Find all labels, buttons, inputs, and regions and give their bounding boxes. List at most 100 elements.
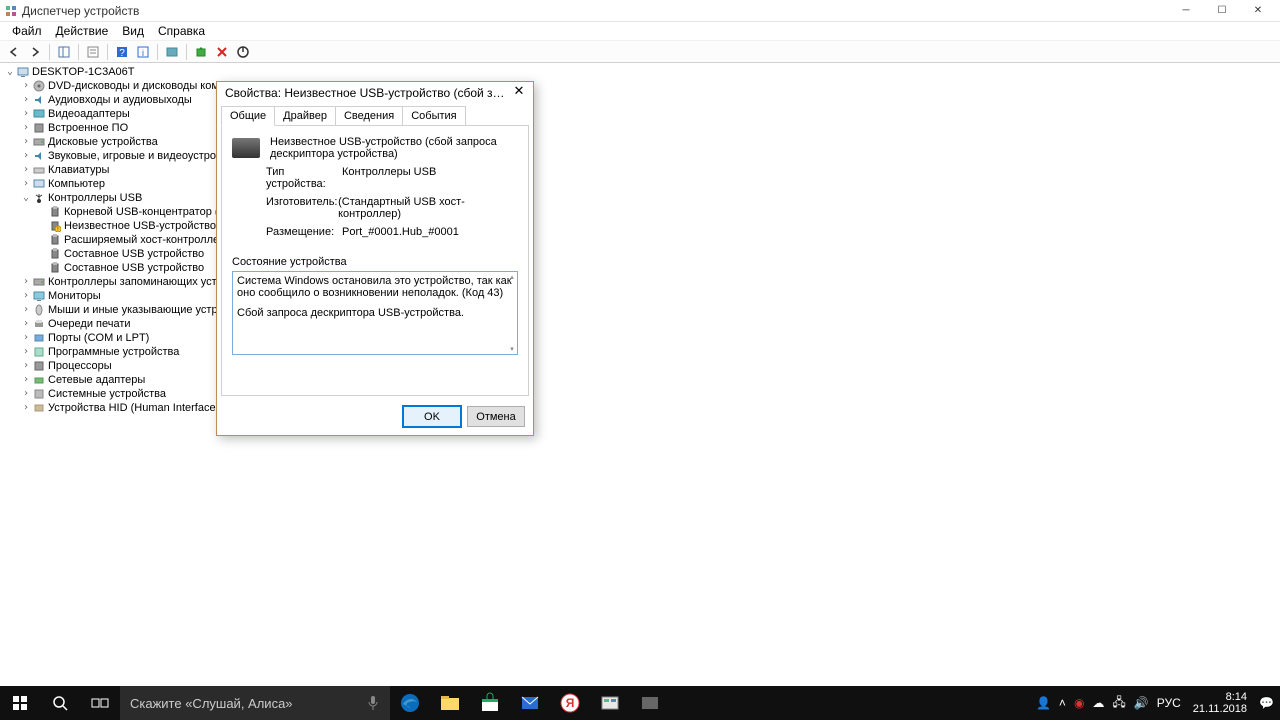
- tree-item-label: Составное USB устройство: [64, 261, 204, 275]
- task-view-button[interactable]: [80, 686, 120, 720]
- device-tree[interactable]: ⌄ DESKTOP-1C3A06T ›DVD-дисководы и диско…: [0, 63, 1280, 686]
- minimize-button[interactable]: ─: [1168, 0, 1204, 22]
- expand-icon[interactable]: ›: [20, 317, 32, 331]
- update-driver-button[interactable]: [191, 42, 211, 62]
- people-icon[interactable]: 👤: [1036, 696, 1051, 710]
- onedrive-icon[interactable]: ☁: [1092, 696, 1104, 710]
- tab-events[interactable]: События: [402, 106, 465, 125]
- microphone-icon[interactable]: [366, 694, 380, 712]
- tree-item[interactable]: ›Очереди печати: [20, 317, 1276, 331]
- tree-item[interactable]: ›Звуковые, игровые и видеоустройств: [20, 149, 1276, 163]
- tree-item[interactable]: ›Аудиовходы и аудиовыходы: [20, 93, 1276, 107]
- dialog-close-button[interactable]: ✕: [506, 83, 532, 103]
- tree-item[interactable]: ›Устройства HID (Human Interface Dev: [20, 401, 1276, 415]
- expand-icon[interactable]: ›: [20, 373, 32, 387]
- tree-item[interactable]: ›Процессоры: [20, 359, 1276, 373]
- tree-item[interactable]: ›Клавиатуры: [20, 163, 1276, 177]
- tab-details[interactable]: Сведения: [335, 106, 403, 125]
- expand-icon[interactable]: ›: [20, 275, 32, 289]
- uninstall-button[interactable]: [212, 42, 232, 62]
- menu-file[interactable]: Файл: [6, 22, 48, 40]
- tree-item[interactable]: ›Порты (COM и LPT): [20, 331, 1276, 345]
- tree-item[interactable]: ›Видеоадаптеры: [20, 107, 1276, 121]
- properties-button[interactable]: [83, 42, 103, 62]
- search-placeholder: Скажите «Слушай, Алиса»: [130, 696, 293, 711]
- tree-root[interactable]: ⌄ DESKTOP-1C3A06T: [4, 65, 1276, 79]
- status-textbox[interactable]: Система Windows остановила это устройств…: [232, 271, 518, 355]
- help-button[interactable]: ?: [112, 42, 132, 62]
- ok-button[interactable]: OK: [403, 406, 461, 427]
- app-edge[interactable]: [390, 686, 430, 720]
- app-explorer[interactable]: [430, 686, 470, 720]
- device-category-icon: [32, 107, 46, 121]
- tree-item[interactable]: ›Системные устройства: [20, 387, 1276, 401]
- expand-icon[interactable]: ›: [20, 79, 32, 93]
- device-category-icon: [32, 331, 46, 345]
- app-other[interactable]: [630, 686, 670, 720]
- back-button[interactable]: [4, 42, 24, 62]
- expand-icon[interactable]: ›: [20, 345, 32, 359]
- expand-icon[interactable]: ›: [20, 93, 32, 107]
- clock[interactable]: 8:14 21.11.2018: [1189, 691, 1251, 715]
- dialog-titlebar[interactable]: Свойства: Неизвестное USB-устройство (сб…: [217, 82, 533, 104]
- expand-icon[interactable]: ›: [20, 359, 32, 373]
- tab-driver[interactable]: Драйвер: [274, 106, 336, 125]
- volume-icon[interactable]: 🔊: [1134, 696, 1149, 710]
- tab-general[interactable]: Общие: [221, 106, 275, 126]
- expand-icon[interactable]: ›: [20, 121, 32, 135]
- maximize-button[interactable]: ☐: [1204, 0, 1240, 22]
- collapse-icon[interactable]: ⌄: [4, 65, 16, 79]
- language-indicator[interactable]: РУС: [1157, 696, 1181, 710]
- tree-item-label: Мониторы: [48, 289, 101, 303]
- cancel-button[interactable]: Отмена: [467, 406, 525, 427]
- scrollbar[interactable]: ▴▾: [508, 273, 516, 353]
- app-mail[interactable]: [510, 686, 550, 720]
- start-button[interactable]: [0, 686, 40, 720]
- tree-item[interactable]: ›Компьютер: [20, 177, 1276, 191]
- tree-item[interactable]: ›Дисковые устройства: [20, 135, 1276, 149]
- tree-item[interactable]: ›Контроллеры запоминающих устрой: [20, 275, 1276, 289]
- tray-chevron-icon[interactable]: ˄: [1059, 696, 1066, 710]
- collapse-icon[interactable]: ⌄: [20, 191, 32, 205]
- tree-item[interactable]: ›DVD-дисководы и дисководы компа: [20, 79, 1276, 93]
- expand-icon[interactable]: ›: [20, 387, 32, 401]
- expand-icon[interactable]: ›: [20, 177, 32, 191]
- device-category-icon: [32, 93, 46, 107]
- app-store[interactable]: [470, 686, 510, 720]
- network-icon[interactable]: 🖧: [1112, 693, 1125, 714]
- tree-item[interactable]: ›Мыши и иные указывающие устрой: [20, 303, 1276, 317]
- expand-icon[interactable]: ›: [20, 163, 32, 177]
- disable-button[interactable]: [233, 42, 253, 62]
- device-category-icon: [32, 177, 46, 191]
- tree-item-label: Расширяемый хост-контроллер I: [64, 233, 231, 247]
- tree-item[interactable]: ›Программные устройства: [20, 345, 1276, 359]
- expand-icon[interactable]: ›: [20, 135, 32, 149]
- tree-item[interactable]: ›Встроенное ПО: [20, 121, 1276, 135]
- expand-icon[interactable]: ›: [20, 149, 32, 163]
- app-yandex[interactable]: Я: [550, 686, 590, 720]
- scan-button[interactable]: [162, 42, 182, 62]
- show-hide-tree-button[interactable]: [54, 42, 74, 62]
- close-button[interactable]: ✕: [1240, 0, 1276, 22]
- tree-item[interactable]: ⌄Контроллеры USB: [20, 191, 1276, 205]
- menu-help[interactable]: Справка: [152, 22, 211, 40]
- tree-item[interactable]: ›Сетевые адаптеры: [20, 373, 1276, 387]
- forward-button[interactable]: [25, 42, 45, 62]
- action-button[interactable]: i: [133, 42, 153, 62]
- expand-icon[interactable]: ›: [20, 107, 32, 121]
- search-icon-button[interactable]: [40, 686, 80, 720]
- expand-icon[interactable]: ›: [20, 289, 32, 303]
- app-devmgr[interactable]: [590, 686, 630, 720]
- expand-icon[interactable]: ›: [20, 331, 32, 345]
- device-category-icon: [32, 401, 46, 415]
- tree-item[interactable]: › Мониторы: [20, 289, 1276, 303]
- cortana-search-box[interactable]: Скажите «Слушай, Алиса»: [120, 686, 390, 720]
- tray-app-icon[interactable]: ◉: [1074, 696, 1084, 710]
- menu-view[interactable]: Вид: [116, 22, 150, 40]
- system-tray: 👤 ˄ ◉ ☁ 🖧 🔊 РУС 8:14 21.11.2018 💬: [1030, 686, 1280, 720]
- expand-icon[interactable]: ›: [20, 401, 32, 415]
- action-center-icon[interactable]: 💬: [1259, 696, 1274, 710]
- computer-icon: [16, 65, 30, 79]
- menu-action[interactable]: Действие: [50, 22, 115, 40]
- expand-icon[interactable]: ›: [20, 303, 32, 317]
